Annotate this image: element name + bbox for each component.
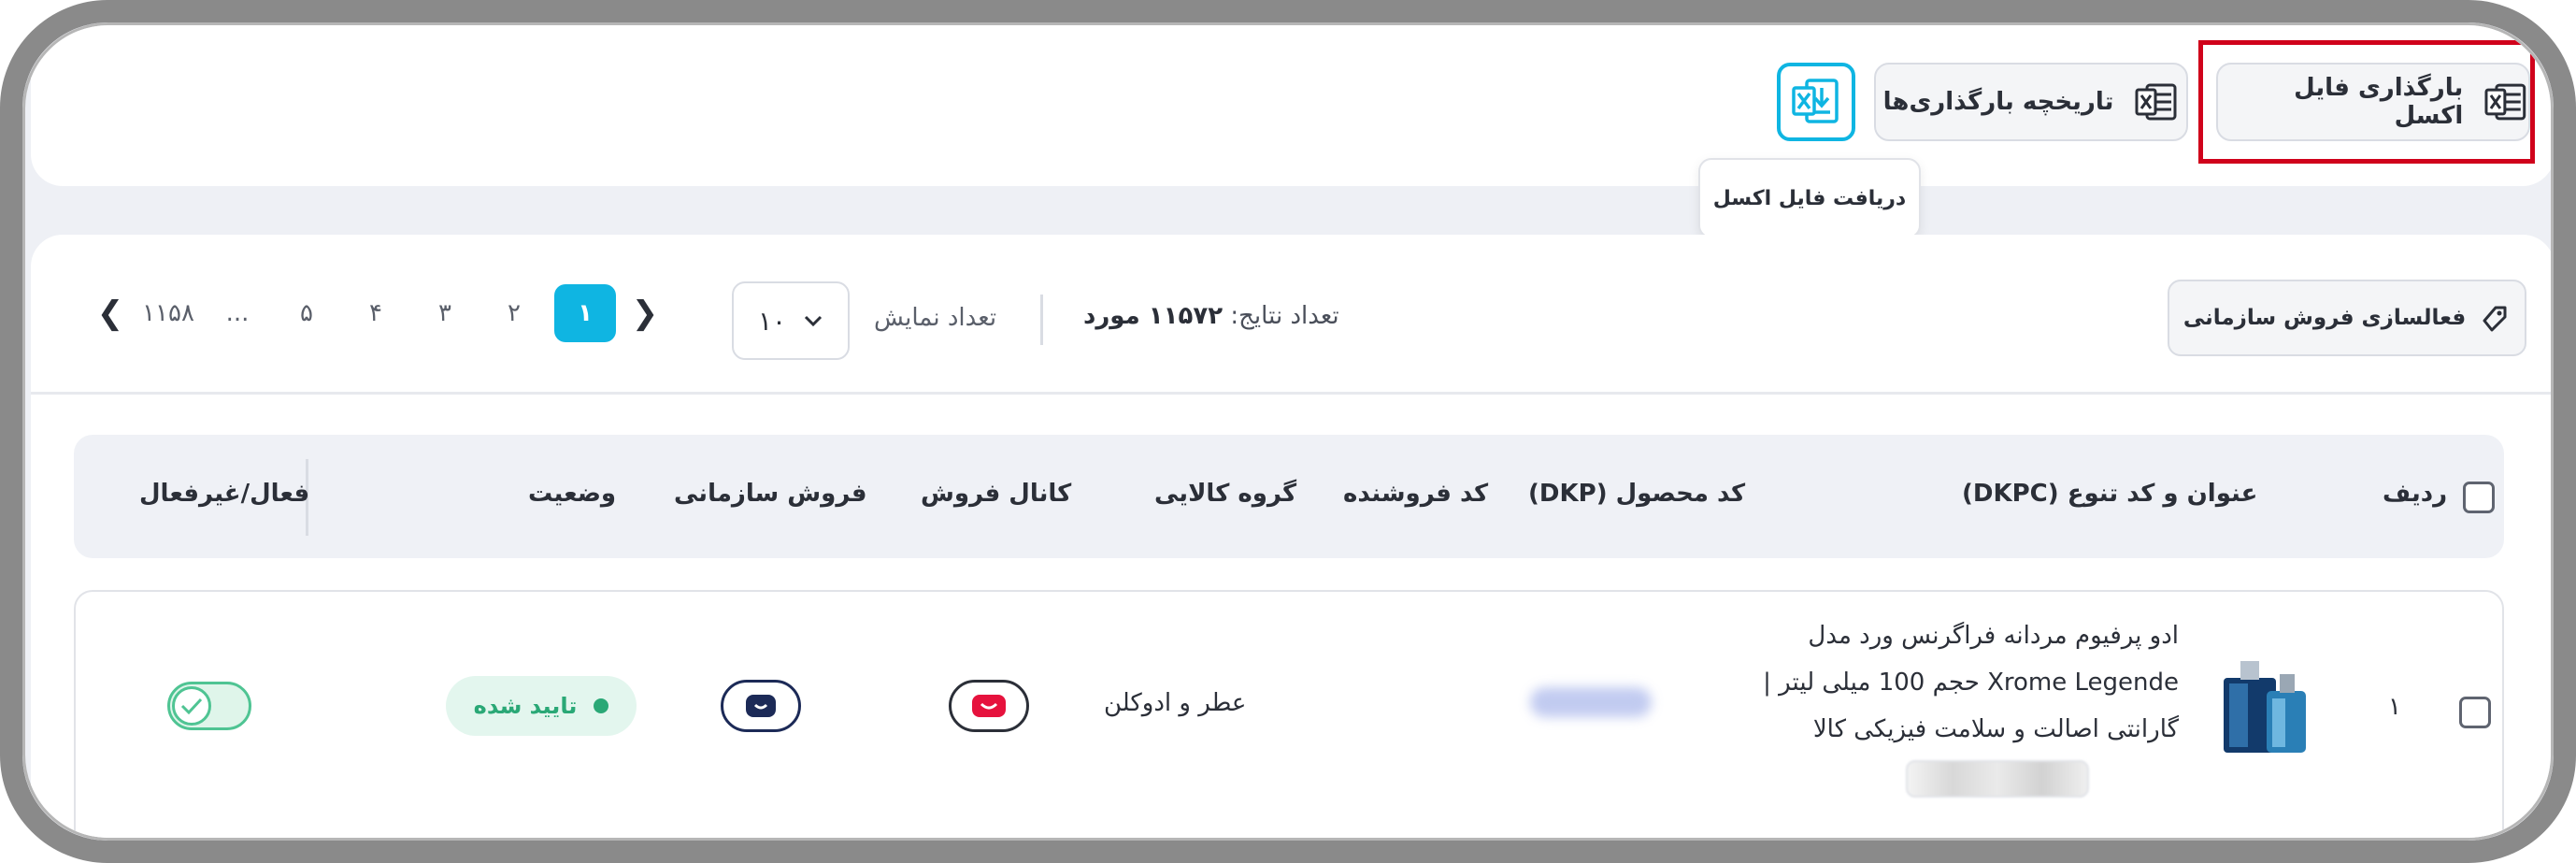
results-label: تعداد نتایج: (1230, 302, 1339, 330)
header-org-sales: فروش سازمانی (674, 480, 867, 508)
status-dot-icon (594, 698, 609, 713)
select-all-checkbox[interactable] (2463, 482, 2495, 513)
header-title: عنوان و کد تنوع (DKPC) (1962, 480, 2258, 508)
top-toolbar: بارگذاری فایل اکسل تاریخچه بارگذاری‌ها (31, 25, 2551, 186)
header-dkp: کد محصول (DKP) (1528, 480, 1746, 508)
page-link[interactable]: ۳ (410, 299, 479, 327)
results-value: ۱۱۵۷۲ مورد (1083, 302, 1224, 330)
activate-org-sales-button[interactable]: فعالسازی فروش سازمانی (2168, 280, 2526, 356)
next-page-icon[interactable]: ❮ (87, 295, 134, 332)
status-badge: تایید شده (446, 676, 637, 736)
page-link[interactable]: ۴ (341, 299, 410, 327)
org-sales-logo-icon (746, 695, 776, 717)
table-header: ردیف عنوان و کد تنوع (DKPC) کد محصول (DK… (74, 435, 2504, 558)
tag-edit-icon (2483, 306, 2507, 332)
product-image (2224, 661, 2306, 753)
upload-history-button[interactable]: تاریخچه بارگذاری‌ها (1874, 63, 2188, 141)
toggle-knob (172, 686, 211, 726)
header-row: ردیف (2383, 480, 2448, 508)
per-page-select[interactable]: ۱۰ (732, 281, 850, 360)
header-status: وضعیت (528, 480, 617, 508)
active-toggle[interactable] (167, 682, 251, 730)
row-index: ۱ (2388, 693, 2401, 721)
page-link[interactable]: ۲ (479, 299, 549, 327)
panel-divider (31, 392, 2551, 395)
screenshot-frame: بارگذاری فایل اکسل تاریخچه بارگذاری‌ها (0, 0, 2576, 863)
toolbar-divider (1040, 295, 1043, 345)
per-page-value: ۱۰ (757, 305, 787, 337)
chevron-down-icon (804, 315, 823, 327)
check-icon (180, 698, 203, 715)
org-sales-logo (721, 680, 801, 732)
page-ellipsis: ... (225, 299, 250, 327)
highlight-box (2198, 40, 2535, 164)
sales-channel-logo (949, 680, 1029, 732)
upload-history-label: تاریخچه بارگذاری‌ها (1882, 88, 2114, 116)
page-link[interactable]: ۱۱۵۸ (134, 299, 203, 327)
pagination: ❮ ۱۱۵۸ ... ۵ ۴ ۳ ۲ ۱ ❯ (87, 283, 668, 343)
results-count: تعداد نتایج: ۱۱۵۷۲ مورد (1083, 302, 1339, 330)
header-channel: کانال فروش (921, 480, 1072, 508)
app-window: بارگذاری فایل اکسل تاریخچه بارگذاری‌ها (22, 22, 2554, 841)
header-active: فعال/غیرفعال (139, 480, 310, 508)
product-category: عطر و ادوکلن (1104, 689, 1247, 717)
excel-download-icon (1792, 79, 1839, 123)
download-excel-tooltip: دریافت فایل اکسل (1698, 158, 1921, 238)
row-checkbox[interactable] (2459, 697, 2491, 728)
header-seller-code: کد فروشنده (1343, 480, 1489, 508)
prev-page-icon[interactable]: ❯ (622, 295, 668, 332)
download-excel-button[interactable] (1777, 63, 1855, 141)
table-row: ۱ ادو پرفیوم مردانه فراگرنس ورد مدل Xrom… (74, 590, 2504, 838)
excel-file-icon (2135, 83, 2177, 121)
product-title-line: گارانتی اصالت و سلامت فیزیکی کالا (1812, 715, 2179, 743)
dkp-code-redacted (1530, 687, 1652, 717)
page-link-current[interactable]: ۱ (554, 284, 616, 342)
dkpc-code-redacted (1906, 760, 2089, 798)
product-title: ادو پرفیوم مردانه فراگرنس ورد مدل Xrome … (1693, 612, 2179, 753)
page-link[interactable]: ۵ (272, 299, 341, 327)
show-count-label: تعداد نمایش (874, 304, 997, 332)
digikala-logo-icon (972, 695, 1006, 717)
header-category: گروه کالایی (1154, 480, 1297, 508)
product-title-line: Xrome Legende حجم 100 میلی لیتر | (1763, 669, 2179, 697)
product-title-line: ادو پرفیوم مردانه فراگرنس ورد مدل (1808, 622, 2179, 650)
activate-org-sales-label: فعالسازی فروش سازمانی (2182, 306, 2467, 330)
status-label: تایید شده (473, 693, 578, 719)
